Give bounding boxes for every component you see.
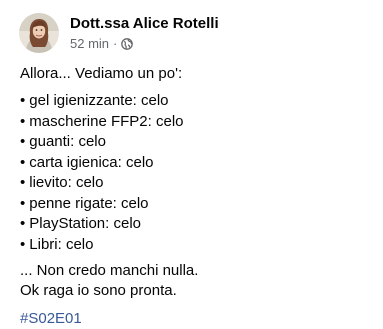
bullet: • <box>20 235 26 253</box>
post-timestamp[interactable]: 52 min <box>70 35 109 52</box>
post-outro-line-2: Ok raga io sono pronta. <box>20 282 177 299</box>
separator-dot: · <box>113 36 118 51</box>
list-item-text: mascherine FFP2: celo <box>29 112 184 130</box>
post-outro-line-1: ... Non credo manchi nulla. <box>20 262 199 279</box>
facebook-post: Dott.ssa Alice Rotelli 52 min · Allora..… <box>0 0 383 327</box>
list-item-text: guanti: celo <box>29 133 106 150</box>
list-item: • PlayStation: celo <box>20 214 370 235</box>
bullet: • <box>20 153 26 171</box>
globe-icon[interactable] <box>121 37 134 50</box>
post-subline: 52 min · <box>70 35 219 52</box>
bullet: • <box>20 112 26 130</box>
list-item: • gel igienizzante: celo <box>20 91 370 112</box>
list-item: • carta igienica: celo <box>20 153 370 174</box>
list-item-text: penne rigate: celo <box>29 194 149 212</box>
checklist: • gel igienizzante: celo • mascherine FFP2… <box>20 91 370 255</box>
bullet: • <box>20 174 26 191</box>
list-item-text: gel igienizzante: celo <box>29 92 169 109</box>
post-body: Allora... Vediamo un po': • gel igienizza… <box>20 64 370 329</box>
hashtag-link[interactable]: #S02E01 <box>20 309 82 329</box>
bullet: • <box>20 215 26 232</box>
bullet: • <box>20 133 26 150</box>
author-name[interactable]: Dott.ssa Alice Rotelli <box>70 14 219 33</box>
list-item-text: Libri: celo <box>29 235 94 253</box>
avatar[interactable] <box>19 13 59 53</box>
list-item: • guanti: celo <box>20 132 370 153</box>
list-item: • lievito: celo <box>20 173 370 194</box>
list-item: • Libri: celo <box>20 235 370 256</box>
list-item-text: lievito: celo <box>29 174 104 191</box>
list-item-text: carta igienica: celo <box>29 153 154 171</box>
post-intro: Allora... Vediamo un po': <box>20 65 183 82</box>
bullet: • <box>20 194 26 212</box>
post-header: Dott.ssa Alice Rotelli 52 min · <box>19 12 219 54</box>
bullet: • <box>20 92 26 109</box>
post-meta: Dott.ssa Alice Rotelli 52 min · <box>70 14 219 52</box>
list-item: • mascherine FFP2: celo <box>20 112 370 133</box>
list-item-text: PlayStation: celo <box>29 215 141 232</box>
list-item: • penne rigate: celo <box>20 194 370 215</box>
